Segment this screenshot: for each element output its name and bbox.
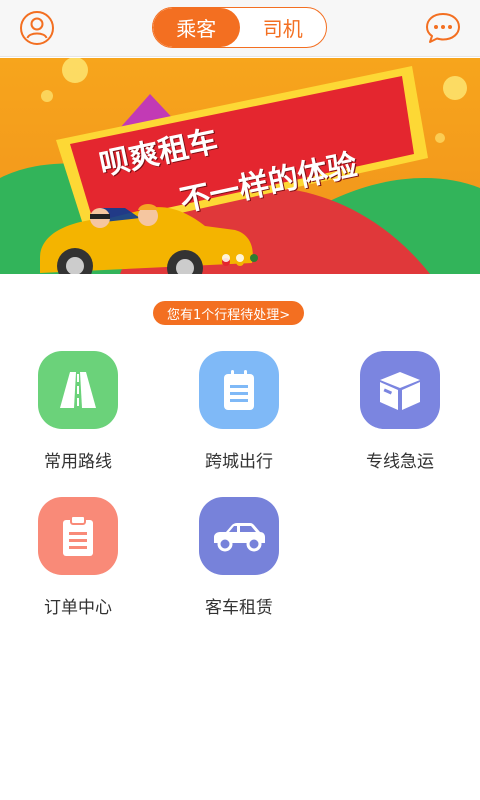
promo-banner[interactable]: 呗爽租车 不一样的体验 [0,58,480,274]
carousel-dot[interactable] [222,254,230,262]
feature-order-center[interactable]: 订单中心 [13,497,143,627]
road-icon [60,372,96,408]
box-icon [380,372,420,410]
feature-express-freight[interactable]: 专线急运 [335,351,465,481]
pending-trips-button[interactable]: 您有1个行程待处理> [153,301,305,325]
feature-label: 客车租赁 [205,598,273,618]
feature-coach-rental[interactable]: 客车租赁 [174,497,304,627]
carousel-dot-active[interactable] [250,254,258,262]
clipboard-icon [63,515,93,556]
carousel-dot[interactable] [236,254,244,262]
feature-tile [199,351,279,429]
top-bar: 乘客 司机 [0,0,480,57]
feature-tile [38,351,118,429]
feature-label: 跨城出行 [205,452,273,472]
feature-tile [199,497,279,575]
feature-label: 常用路线 [44,452,112,472]
feature-tile [360,351,440,429]
chat-icon [426,13,460,43]
car-icon [214,523,265,552]
carousel-indicator [222,254,258,262]
tab-driver[interactable]: 司机 [240,8,327,47]
profile-button[interactable] [18,9,56,47]
feature-label: 专线急运 [366,452,434,472]
tab-passenger[interactable]: 乘客 [153,8,240,47]
user-icon [20,11,54,45]
feature-intercity-travel[interactable]: 跨城出行 [174,351,304,481]
messages-button[interactable] [424,9,462,47]
notepad-icon [224,370,254,410]
role-switcher: 乘客 司机 [152,7,327,48]
feature-tile [38,497,118,575]
feature-label: 订单中心 [44,598,112,618]
feature-common-routes[interactable]: 常用路线 [13,351,143,481]
